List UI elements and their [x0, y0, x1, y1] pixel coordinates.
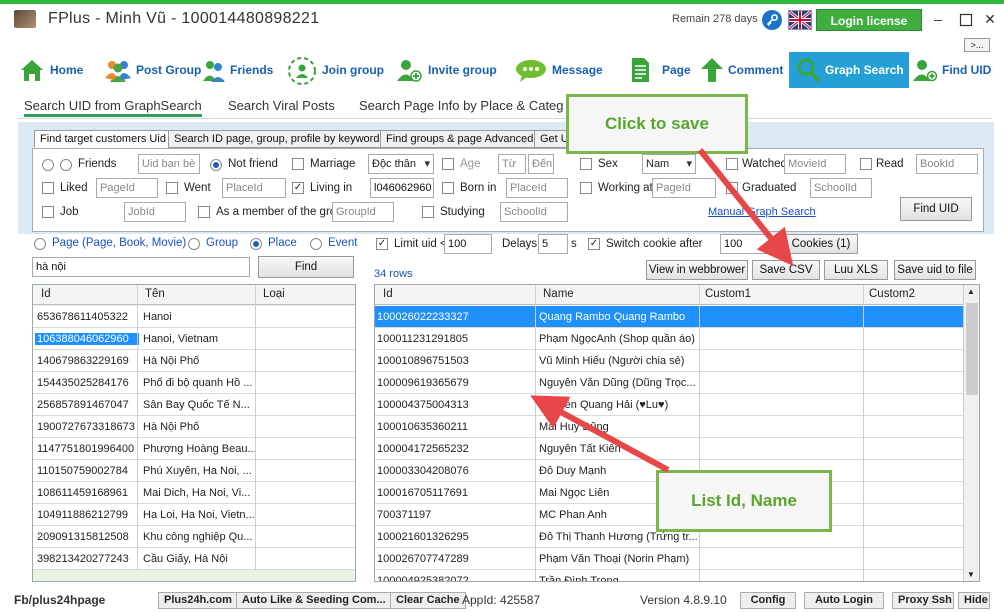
auto-like-seeding-button[interactable]: Auto Like & Seeding Com... [236, 592, 392, 609]
status-bar: Fb/plus24hpage Plus24h.com Auto Like & S… [0, 590, 1004, 612]
version-text: Version 4.8.9.10 [640, 593, 727, 607]
config-button[interactable]: Config [740, 592, 796, 609]
appid-text: AppId: 425587 [462, 593, 541, 607]
proxy-ssh-button[interactable]: Proxy Ssh [892, 592, 954, 609]
auto-login-button[interactable]: Auto Login [804, 592, 884, 609]
clear-cache-button[interactable]: Clear Cache [390, 592, 466, 609]
fb-page-text: Fb/plus24hpage [14, 593, 106, 607]
hide-button[interactable]: Hide [958, 592, 990, 609]
annotation-arrows [530, 148, 794, 473]
plus24h-button[interactable]: Plus24h.com [158, 592, 238, 609]
